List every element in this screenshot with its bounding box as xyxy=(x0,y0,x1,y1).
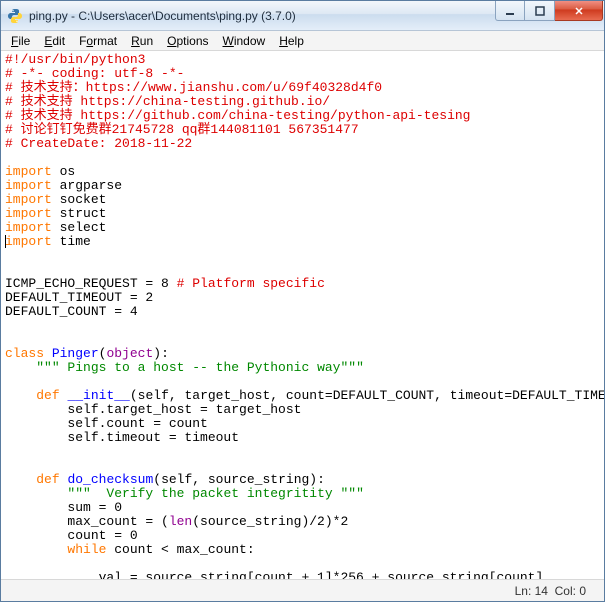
menu-edit[interactable]: Edit xyxy=(38,32,71,50)
code-line xyxy=(5,333,600,347)
code-line: """ Verify the packet integritity """ xyxy=(5,487,600,501)
code-line xyxy=(5,375,600,389)
code-line: def do_checksum(self, source_string): xyxy=(5,473,600,487)
code-line: import time xyxy=(5,235,600,249)
menu-help[interactable]: Help xyxy=(273,32,310,50)
code-editor[interactable]: #!/usr/bin/python3# -*- coding: utf-8 -*… xyxy=(1,51,604,579)
code-line: import os xyxy=(5,165,600,179)
code-line: val = source_string[count + 1]*256 + sou… xyxy=(5,571,600,579)
code-line: self.target_host = target_host xyxy=(5,403,600,417)
code-line: max_count = (len(source_string)/2)*2 xyxy=(5,515,600,529)
minimize-button[interactable] xyxy=(495,1,525,21)
menu-format[interactable]: Format xyxy=(73,32,123,50)
code-line xyxy=(5,557,600,571)
code-line: sum = 0 xyxy=(5,501,600,515)
code-line: count = 0 xyxy=(5,529,600,543)
code-line: # 讨论钉钉免费群21745728 qq群144081101 567351477 xyxy=(5,123,600,137)
code-line xyxy=(5,445,600,459)
window-title: ping.py - C:\Users\acer\Documents\ping.p… xyxy=(29,9,495,23)
menubar: File Edit Format Run Options Window Help xyxy=(1,31,604,51)
code-line: class Pinger(object): xyxy=(5,347,600,361)
code-line: # CreateDate: 2018-11-22 xyxy=(5,137,600,151)
code-line: import socket xyxy=(5,193,600,207)
code-line: #!/usr/bin/python3 xyxy=(5,53,600,67)
menu-file[interactable]: File xyxy=(5,32,36,50)
app-window: ping.py - C:\Users\acer\Documents\ping.p… xyxy=(0,0,605,602)
menu-run[interactable]: Run xyxy=(125,32,159,50)
code-line: ICMP_ECHO_REQUEST = 8 # Platform specifi… xyxy=(5,277,600,291)
titlebar[interactable]: ping.py - C:\Users\acer\Documents\ping.p… xyxy=(1,1,604,31)
code-line: import argparse xyxy=(5,179,600,193)
status-line: Ln: 14 xyxy=(515,584,548,598)
code-line: # 技术支持：https://www.jianshu.com/u/69f4032… xyxy=(5,81,600,95)
status-col: Col: 0 xyxy=(555,584,586,598)
menu-options[interactable]: Options xyxy=(161,32,214,50)
menu-window[interactable]: Window xyxy=(217,32,272,50)
code-line xyxy=(5,319,600,333)
code-line xyxy=(5,263,600,277)
code-line: self.count = count xyxy=(5,417,600,431)
code-line: """ Pings to a host -- the Pythonic way"… xyxy=(5,361,600,375)
code-line xyxy=(5,459,600,473)
window-controls xyxy=(495,1,603,23)
code-line: while count < max_count: xyxy=(5,543,600,557)
code-line: # -*- coding: utf-8 -*- xyxy=(5,67,600,81)
code-line xyxy=(5,249,600,263)
code-line: self.timeout = timeout xyxy=(5,431,600,445)
code-line: DEFAULT_TIMEOUT = 2 xyxy=(5,291,600,305)
code-line: # 技术支持 https://china-testing.github.io/ xyxy=(5,95,600,109)
python-icon xyxy=(7,8,23,24)
close-button[interactable] xyxy=(555,1,603,21)
code-line: import select xyxy=(5,221,600,235)
code-line: # 技术支持 https://github.com/china-testing/… xyxy=(5,109,600,123)
maximize-button[interactable] xyxy=(525,1,555,21)
code-line: def __init__(self, target_host, count=DE… xyxy=(5,389,600,403)
code-line xyxy=(5,151,600,165)
statusbar: Ln: 14 Col: 0 xyxy=(1,579,604,601)
code-line: import struct xyxy=(5,207,600,221)
code-line: DEFAULT_COUNT = 4 xyxy=(5,305,600,319)
